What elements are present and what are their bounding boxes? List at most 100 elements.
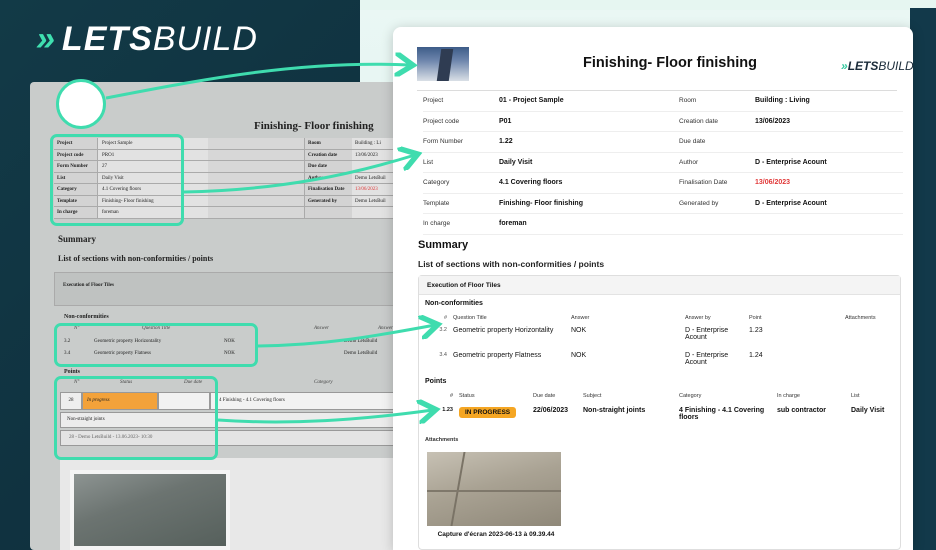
new-summary-heading: Summary	[418, 239, 469, 251]
new-info-value: 13/06/2023	[755, 117, 791, 125]
new-section-box: Execution of Floor Tiles Non-conformitie…	[418, 275, 901, 550]
highlight-points-box	[54, 376, 218, 460]
old-report-title: Finishing- Floor finishing	[254, 120, 374, 132]
old-info-gap	[208, 161, 304, 172]
new-nc-num: 3.4	[439, 352, 447, 358]
new-nc-num: 3.2	[439, 327, 447, 333]
new-nc-col: Question Title	[453, 315, 487, 321]
new-nc-heading: Non-conformities	[425, 300, 483, 307]
new-info-key: Creation date	[679, 117, 719, 125]
new-info-row: Project code P01 Creation date 13/06/2023	[423, 112, 903, 132]
new-point-subject: Non-straight joints	[583, 407, 646, 414]
old-info-gap	[208, 138, 304, 149]
new-pt-col: Status	[459, 393, 475, 399]
new-info-row: Project 01 - Project Sample Room Building :…	[423, 91, 903, 112]
logo-chevron-icon: »	[36, 20, 56, 58]
old-info-key: Author	[304, 172, 352, 183]
new-nc-title: Geometric property Flatness	[453, 352, 542, 359]
new-info-key: Finalisation Date	[679, 179, 728, 187]
logo-lets: LETS	[847, 59, 879, 73]
new-info-value: Daily Visit	[499, 158, 533, 166]
new-info-row: List Daily Visit Author D - Enterprise Acou…	[423, 153, 903, 173]
logo-lets: LETS	[61, 20, 153, 58]
old-summary-heading: Summary	[58, 234, 96, 244]
attachment-caption: Capture d'écran 2023-06-13 à 09.39.44	[437, 531, 555, 538]
light-top-band	[360, 0, 936, 10]
new-info-key: Room	[679, 97, 697, 105]
new-points-heading: Points	[425, 378, 447, 385]
new-info-key: Project code	[423, 117, 460, 125]
attachment-photo[interactable]	[427, 452, 561, 526]
new-pt-col: Subject	[583, 393, 602, 399]
new-info-value: D - Enterprise Acount	[755, 158, 827, 166]
dark-right-strip	[910, 8, 936, 550]
new-info-key: Project	[423, 97, 444, 105]
building-thumbnail	[417, 47, 469, 81]
new-nc-point: 1.24	[749, 352, 763, 359]
old-info-gap	[208, 195, 304, 206]
new-info-key: Category	[423, 179, 450, 187]
new-nc-col: Answer	[571, 315, 590, 321]
old-info-gap	[208, 184, 304, 195]
new-nc-row: 3.2 Geometric property Horizontality NOK…	[425, 327, 895, 341]
new-info-row: Template Finishing- Floor finishing Genera…	[423, 194, 903, 214]
new-info-key: Template	[423, 199, 450, 207]
new-info-key: Author	[679, 158, 699, 166]
new-nc-col: Answer by	[685, 315, 711, 321]
new-info-row: Form Number 1.22 Due date	[423, 132, 903, 153]
new-nc-answer: NOK	[571, 352, 587, 359]
old-info-key: Due date	[304, 161, 352, 172]
new-pt-col: Category	[679, 393, 702, 399]
logo-build: BUILD	[878, 59, 914, 73]
new-info-row: Category 4.1 Covering floors Finalisation …	[423, 173, 903, 194]
new-info-value: D - Enterprise Acount	[755, 199, 827, 207]
new-point-due: 22/06/2023	[533, 407, 569, 414]
new-info-value: 1.22	[499, 138, 513, 146]
logo-build: BUILD	[152, 20, 258, 58]
old-info-key: Creation date	[304, 149, 352, 160]
new-info-key: List	[423, 158, 434, 166]
new-report-document: Finishing- Floor finishing »LETSBUILD Pr…	[393, 27, 914, 550]
new-info-key: In charge	[423, 220, 451, 228]
logo-chevron-icon: »	[841, 59, 848, 73]
new-point-row: 1.23 IN PROGRESS 22/06/2023 Non-straight…	[425, 407, 901, 421]
status-badge: IN PROGRESS	[459, 407, 517, 418]
highlight-info-box	[50, 134, 184, 226]
old-attachment-photo	[70, 470, 230, 550]
new-info-value: 01 - Project Sample	[499, 97, 564, 105]
new-pt-col: List	[851, 393, 860, 399]
new-nc-col: Point	[749, 315, 762, 321]
new-nc-answer: NOK	[571, 327, 587, 334]
old-info-gap	[208, 172, 304, 183]
old-nc-heading: Non-conformities	[64, 314, 109, 320]
new-info-table: Project 01 - Project Sample Room Building :…	[423, 91, 903, 235]
new-info-value: Finishing- Floor finishing	[499, 199, 583, 207]
new-nc-col: Attachments	[845, 315, 876, 321]
new-info-key: Form Number	[423, 138, 464, 146]
new-letsbuild-logo: »LETSBUILD	[841, 59, 914, 73]
highlight-logo-circle	[56, 79, 106, 129]
new-info-value: foreman	[499, 220, 527, 228]
old-section-header: Execution of Floor Tiles	[54, 272, 410, 306]
new-nc-row: 3.4 Geometric property Flatness NOK D - …	[425, 352, 895, 366]
new-nc-col: #	[443, 315, 447, 321]
new-info-value: P01	[499, 117, 512, 125]
new-nc-by: D - Enterprise Acount	[685, 352, 729, 366]
new-info-key: Due date	[679, 138, 706, 146]
new-nc-column-headers: # Question Title Answer Answer by Point …	[425, 315, 895, 321]
old-info-gap	[208, 207, 304, 218]
new-report-title: Finishing- Floor finishing	[583, 55, 757, 71]
old-info-key: Generated by	[304, 195, 352, 206]
new-info-row: In charge foreman	[423, 214, 903, 235]
new-pt-col: In charge	[777, 393, 800, 399]
old-info-key: Finalisation Date	[304, 184, 352, 195]
old-list-heading: List of sections with non-conformities /…	[58, 254, 214, 263]
old-pt-col: Category	[314, 380, 333, 385]
new-pt-col: #	[449, 393, 453, 399]
new-info-value: 4.1 Covering floors	[499, 179, 563, 187]
new-list-heading: List of sections with non-conformities /…	[418, 259, 605, 269]
new-point-list: Daily Visit	[851, 407, 885, 414]
old-points-heading: Points	[64, 369, 81, 375]
new-info-value: 13/06/2023	[755, 179, 791, 187]
new-info-key: Generated by	[679, 199, 719, 207]
